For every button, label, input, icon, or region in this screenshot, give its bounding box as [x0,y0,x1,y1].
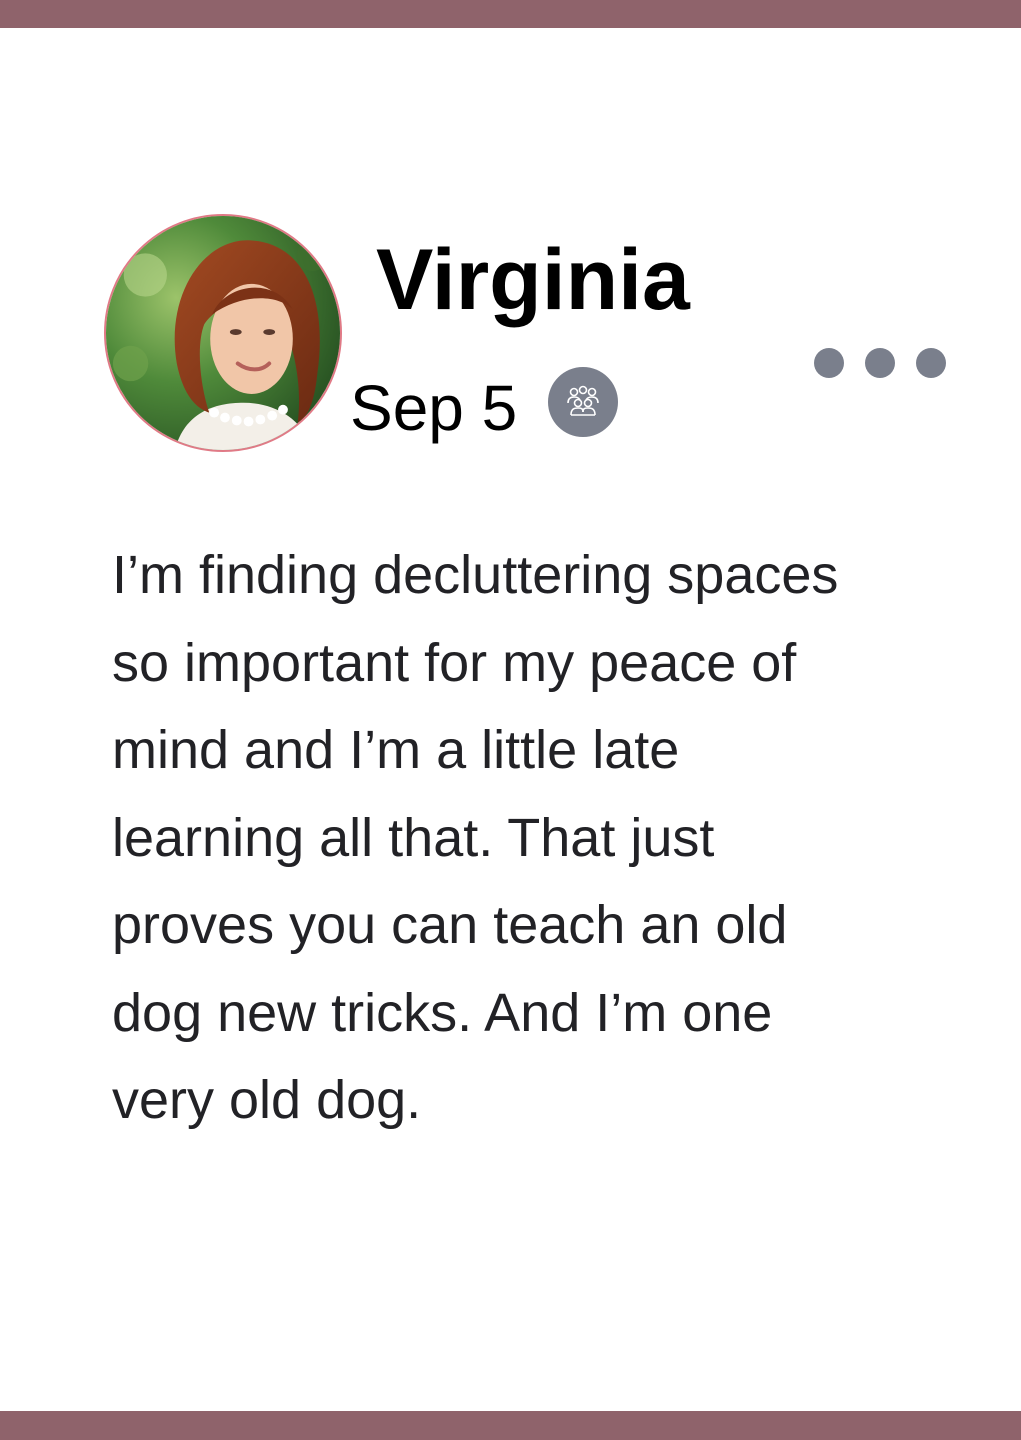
post-body-line: I’m finding decluttering spaces [112,545,839,605]
avatar[interactable] [104,214,342,452]
post-body-line: dog new tricks. And I’m one [112,982,773,1043]
author-name[interactable]: Virginia [376,230,690,330]
profile-photo [106,216,340,450]
dot-icon [916,348,946,378]
ellipsis-icon[interactable] [806,340,954,386]
post-body-line: mind and I’m a little late [112,720,680,780]
post-body: I’m finding decluttering spaces so impor… [112,532,972,1145]
post-date[interactable]: Sep 5 [350,370,517,446]
dot-icon [865,348,895,378]
post-body-line: so important for my peace of [112,632,797,693]
dot-icon [814,348,844,378]
group-icon[interactable] [548,367,618,437]
post-body-line: learning all that. That just [112,807,715,868]
post-body-line: proves you can teach an old [112,895,788,955]
bottom-frame-bar [0,1411,1021,1440]
top-frame-bar [0,0,1021,28]
post-body-line: very old dog. [112,1070,422,1130]
